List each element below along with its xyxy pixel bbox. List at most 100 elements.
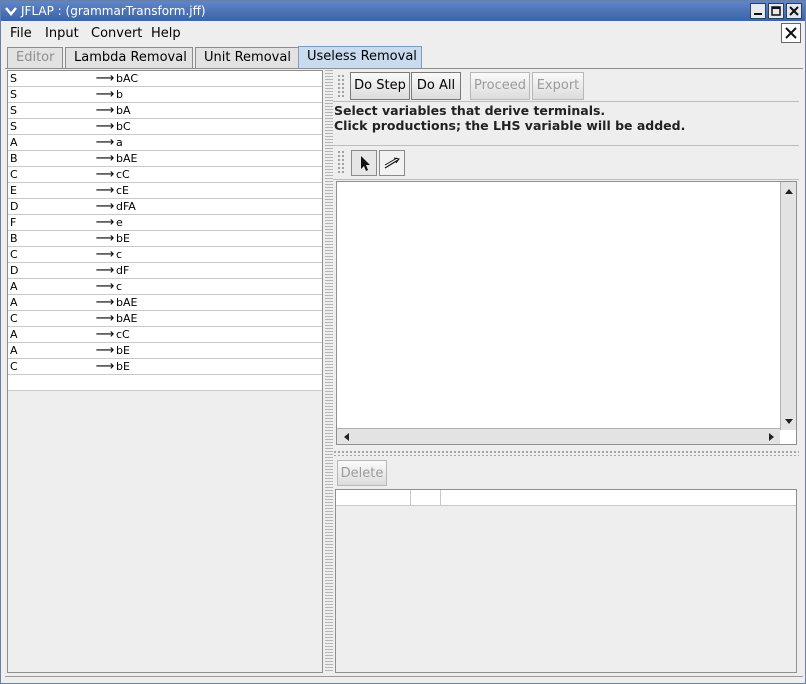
production-lhs[interactable]: S (10, 120, 17, 133)
production-lhs[interactable]: E (10, 184, 17, 197)
production-lhs[interactable]: B (10, 152, 18, 165)
production-rhs[interactable]: bA (116, 104, 131, 117)
table-row[interactable]: C ⟶ bAE (8, 311, 322, 327)
dependency-graph-canvas[interactable] (336, 181, 797, 445)
production-lhs[interactable]: A (10, 280, 18, 293)
export-button[interactable]: Export (532, 72, 584, 100)
production-lhs[interactable]: A (10, 136, 18, 149)
table-row[interactable]: A ⟶ c (8, 279, 322, 295)
scroll-up-icon[interactable] (782, 184, 796, 198)
close-window-button[interactable] (786, 3, 802, 19)
production-lhs[interactable]: D (10, 264, 18, 277)
table-row[interactable]: C ⟶ bE (8, 359, 322, 375)
production-rhs[interactable]: bAE (116, 152, 137, 165)
production-rhs[interactable]: bAE (116, 312, 137, 325)
table-row[interactable]: C ⟶ c (8, 247, 322, 263)
production-lhs[interactable]: S (10, 104, 17, 117)
tab-editor[interactable]: Editor (7, 47, 63, 68)
grammar-table[interactable]: S ⟶ bAC S ⟶ b S ⟶ bA S ⟶ bC A ⟶ a B ⟶ bAE C ⟶ cC E ⟶ cE D ⟶ dFA F ⟶ e… (7, 70, 323, 673)
tab-useless-removal[interactable]: Useless Removal (298, 46, 422, 68)
column-divider (410, 490, 411, 506)
table-row[interactable]: S ⟶ bC (8, 119, 322, 135)
close-document-button[interactable] (781, 23, 801, 43)
split-pane-divider-horizontal[interactable] (333, 450, 799, 456)
menu-file[interactable]: File (10, 26, 32, 41)
production-lhs[interactable]: S (10, 88, 17, 101)
production-lhs[interactable]: D (10, 200, 18, 213)
production-rhs[interactable]: bE (116, 232, 130, 245)
table-row[interactable]: S ⟶ b (8, 87, 322, 103)
split-pane-divider[interactable] (325, 70, 333, 673)
instruction-line-1: Select variables that derive terminals. (334, 103, 606, 118)
table-row[interactable]: S ⟶ bA (8, 103, 322, 119)
do-step-button[interactable]: Do Step (350, 72, 410, 100)
title-bar[interactable]: JFLAP : (grammarTransform.jff) (1, 1, 805, 21)
table-row[interactable]: F ⟶ e (8, 215, 322, 231)
production-lhs[interactable]: A (10, 296, 18, 309)
table-row[interactable]: A ⟶ bE (8, 343, 322, 359)
menu-convert[interactable]: Convert (91, 26, 142, 41)
useless-removal-panel: Do Step Do All Proceed Export Select var… (333, 70, 799, 673)
removed-productions-table[interactable] (335, 489, 797, 673)
column-divider (440, 490, 441, 506)
tab-unit-removal[interactable]: Unit Removal (195, 47, 299, 68)
scroll-left-icon[interactable] (339, 430, 353, 444)
proceed-button[interactable]: Proceed (470, 72, 530, 100)
production-rhs[interactable]: bC (116, 120, 131, 133)
window-menu-icon[interactable] (3, 3, 19, 19)
transition-creator-button[interactable] (379, 150, 405, 176)
vertical-scrollbar[interactable] (780, 182, 796, 430)
production-rhs[interactable]: b (116, 88, 123, 101)
scroll-right-icon[interactable] (764, 430, 778, 444)
table-row[interactable]: S ⟶ bAC (8, 71, 322, 87)
production-lhs[interactable]: B (10, 232, 18, 245)
horizontal-scrollbar[interactable] (337, 428, 780, 444)
production-lhs[interactable]: C (10, 360, 18, 373)
production-rhs[interactable]: bAC (116, 72, 138, 85)
production-rhs[interactable]: bE (116, 360, 130, 373)
table-row[interactable]: B ⟶ bAE (8, 151, 322, 167)
production-lhs[interactable]: A (10, 344, 18, 357)
table-row[interactable]: A ⟶ a (8, 135, 322, 151)
table-row[interactable]: A ⟶ cC (8, 327, 322, 343)
menu-input[interactable]: Input (45, 26, 79, 41)
table-row[interactable]: C ⟶ cC (8, 167, 322, 183)
table-row[interactable] (8, 375, 322, 391)
production-rhs[interactable]: e (116, 216, 123, 229)
production-rhs[interactable]: cC (116, 328, 130, 341)
production-rhs[interactable]: bAE (116, 296, 137, 309)
maximize-button[interactable] (768, 3, 784, 19)
close-icon (789, 6, 799, 16)
editor-toolbar (333, 145, 799, 180)
table-row[interactable]: A ⟶ bAE (8, 295, 322, 311)
table-row[interactable]: B ⟶ bE (8, 231, 322, 247)
delete-button[interactable]: Delete (337, 460, 387, 486)
menu-help[interactable]: Help (151, 26, 181, 41)
toolbar-grip[interactable] (337, 74, 345, 98)
production-rhs[interactable]: cE (116, 184, 129, 197)
table-row[interactable] (336, 490, 796, 506)
production-rhs[interactable]: bE (116, 344, 130, 357)
production-lhs[interactable]: C (10, 168, 18, 181)
scroll-down-icon[interactable] (782, 414, 796, 428)
production-rhs[interactable]: dFA (116, 200, 136, 213)
production-rhs[interactable]: a (116, 136, 123, 149)
table-row[interactable]: D ⟶ dFA (8, 199, 322, 215)
production-rhs[interactable]: c (116, 248, 122, 261)
production-lhs[interactable]: A (10, 328, 18, 341)
minimize-button[interactable] (750, 3, 766, 19)
toolbar-grip[interactable] (337, 150, 345, 174)
production-lhs[interactable]: C (10, 248, 18, 261)
table-row[interactable]: E ⟶ cE (8, 183, 322, 199)
menu-bar: File Input Convert Help (1, 22, 805, 44)
table-row[interactable]: D ⟶ dF (8, 263, 322, 279)
tab-lambda-removal[interactable]: Lambda Removal (65, 47, 193, 68)
production-lhs[interactable]: S (10, 72, 17, 85)
production-lhs[interactable]: F (10, 216, 16, 229)
do-all-button[interactable]: Do All (411, 72, 461, 100)
attribute-editor-button[interactable] (351, 150, 377, 176)
production-rhs[interactable]: dF (116, 264, 129, 277)
production-lhs[interactable]: C (10, 312, 18, 325)
production-rhs[interactable]: cC (116, 168, 130, 181)
production-rhs[interactable]: c (116, 280, 122, 293)
